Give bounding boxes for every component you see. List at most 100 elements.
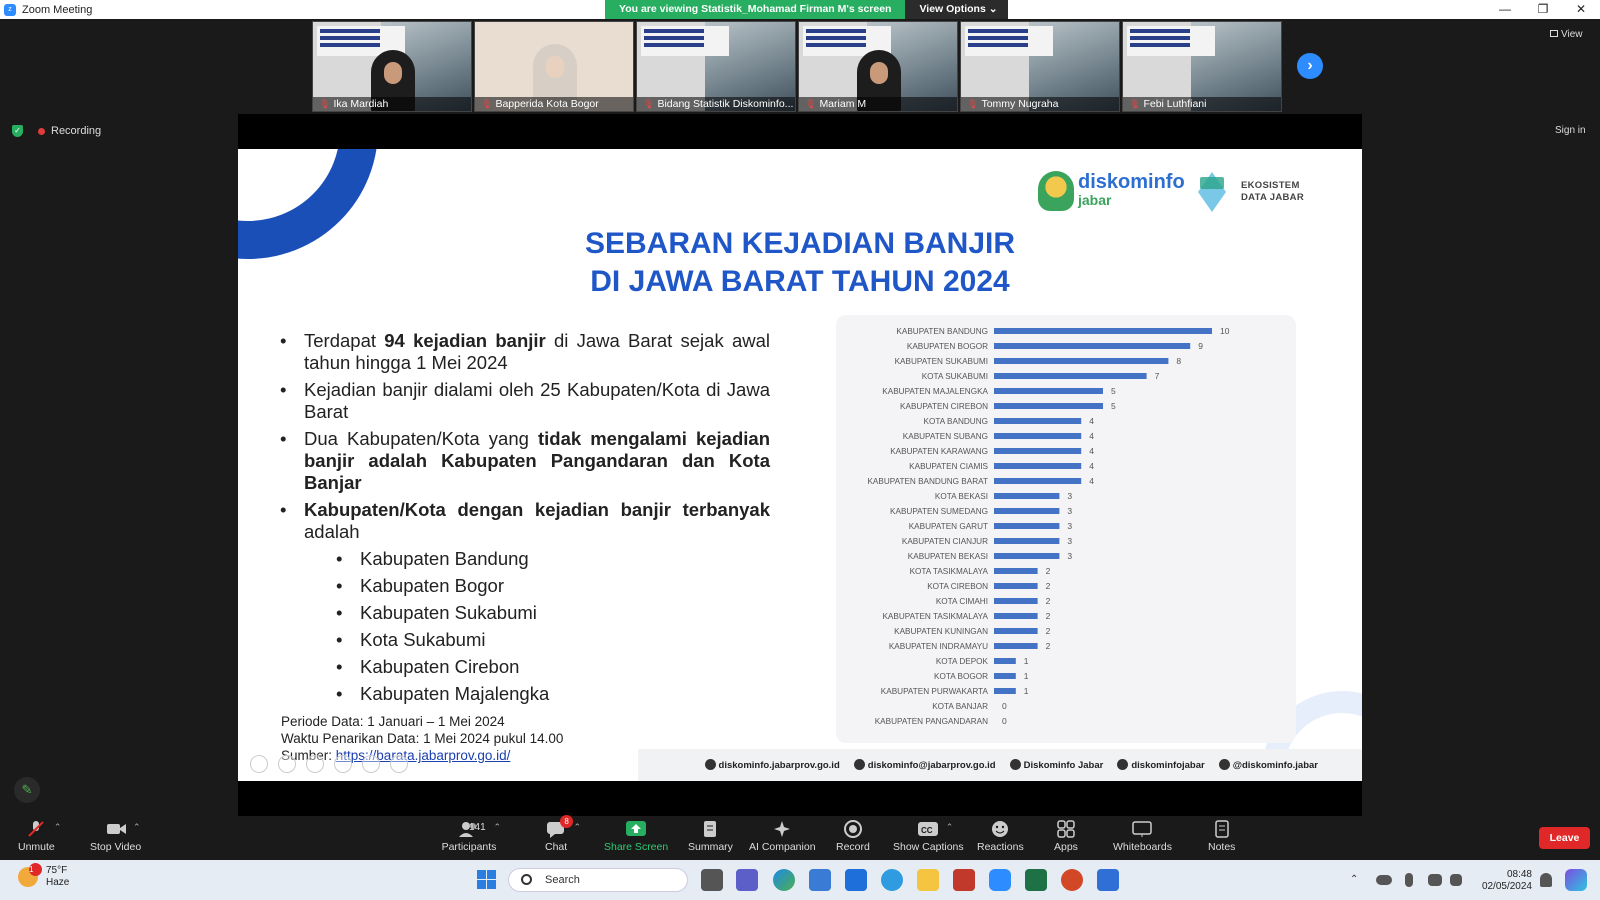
footer-tiktok: @diskominfo.jabar bbox=[1218, 759, 1318, 771]
taskbar-search-input[interactable]: Search bbox=[508, 868, 688, 892]
encryption-shield-icon[interactable]: ✓ bbox=[12, 125, 23, 137]
bar bbox=[994, 448, 1082, 454]
more-options-button[interactable] bbox=[390, 755, 408, 773]
file-explorer-icon[interactable] bbox=[917, 869, 939, 891]
task-view-icon[interactable] bbox=[701, 869, 723, 891]
mic-muted-icon: 🎙 bbox=[805, 99, 817, 109]
participant-tile[interactable]: 🎙 Tommy Nugraha bbox=[960, 21, 1120, 112]
participant-name: 🎙 Tommy Nugraha bbox=[961, 97, 1119, 111]
bar-value-label: 2 bbox=[1046, 611, 1051, 621]
sub-bullet-item: Kota Sukabumi bbox=[280, 629, 770, 651]
microsoft-store-icon[interactable] bbox=[809, 869, 831, 891]
bar bbox=[994, 463, 1082, 469]
copilot-icon[interactable] bbox=[1565, 869, 1587, 891]
chat-button[interactable]: 8 ⌃ Chat bbox=[545, 815, 581, 853]
participants-count: 141 bbox=[469, 822, 486, 833]
sign-in-link[interactable]: Sign in bbox=[1555, 125, 1586, 136]
pen-tool-button[interactable] bbox=[306, 755, 324, 773]
tray-chevron-icon[interactable]: ⌃ bbox=[1350, 874, 1362, 886]
weather-widget[interactable]: 1 75°F Haze bbox=[18, 863, 69, 889]
bar-value-label: 2 bbox=[1046, 596, 1051, 606]
bar bbox=[994, 478, 1082, 484]
ai-companion-button[interactable]: AI Companion bbox=[749, 820, 816, 853]
whiteboards-button[interactable]: Whiteboards bbox=[1113, 820, 1172, 853]
bar-value-label: 4 bbox=[1089, 416, 1094, 426]
notifications-bell-icon[interactable] bbox=[1540, 873, 1552, 887]
network-icon[interactable] bbox=[1428, 874, 1442, 886]
chevron-down-icon: ⌄ bbox=[988, 3, 998, 15]
participant-strip: 🎙 Ika Mardiah 🎙 Bapperida Kota Bogor 🎙 Bida… bbox=[312, 21, 1282, 112]
annotate-pencil-button[interactable]: ✎ bbox=[14, 777, 40, 803]
slide-footer: diskominfo.jabarprov.go.id diskominfo@ja… bbox=[638, 749, 1362, 781]
sub-bullet-item: Kabupaten Sukabumi bbox=[280, 602, 770, 624]
edge-browser-icon[interactable] bbox=[773, 869, 795, 891]
participant-tile[interactable]: 🎙 Mariam M bbox=[798, 21, 958, 112]
excel-icon[interactable] bbox=[1025, 869, 1047, 891]
powerpoint-icon[interactable] bbox=[1061, 869, 1083, 891]
microphone-tray-icon[interactable] bbox=[1405, 873, 1413, 887]
window-title: Zoom Meeting bbox=[22, 3, 93, 16]
zoom-taskbar-icon[interactable] bbox=[989, 869, 1011, 891]
onedrive-icon[interactable] bbox=[1376, 875, 1392, 885]
share-screen-icon bbox=[625, 820, 647, 838]
windows-start-icon[interactable] bbox=[477, 870, 497, 890]
security-app-icon[interactable] bbox=[953, 869, 975, 891]
zoom-slide-button[interactable] bbox=[362, 755, 380, 773]
participant-tile[interactable]: 🎙 Bidang Statistik Diskominfo... bbox=[636, 21, 796, 112]
next-slide-button[interactable] bbox=[278, 755, 296, 773]
windows-taskbar: 1 75°F Haze Search ⌃ 08:48 02/05/2024 bbox=[0, 860, 1600, 900]
bar-value-label: 4 bbox=[1089, 446, 1094, 456]
bar-value-label: 3 bbox=[1067, 536, 1072, 546]
mcafee-app-icon[interactable] bbox=[845, 869, 867, 891]
bar-category-label: KOTA DEPOK bbox=[936, 657, 989, 666]
bar bbox=[994, 628, 1038, 634]
window-controls: — ❐ ✕ bbox=[1486, 0, 1600, 19]
reactions-button[interactable]: Reactions bbox=[977, 820, 1024, 853]
notepad-icon[interactable] bbox=[1097, 869, 1119, 891]
view-button[interactable]: View bbox=[1550, 29, 1583, 40]
view-options-button[interactable]: View Options ⌄ bbox=[905, 0, 1008, 19]
bar bbox=[994, 328, 1212, 334]
bar-category-label: KABUPATEN BANDUNG BARAT bbox=[867, 477, 988, 486]
unmute-button[interactable]: ⌃ Unmute bbox=[18, 820, 61, 853]
summary-doc-icon bbox=[699, 820, 721, 838]
summary-button[interactable]: Summary bbox=[688, 820, 733, 853]
bar-value-label: 1 bbox=[1024, 671, 1029, 681]
slide-grid-button[interactable] bbox=[334, 755, 352, 773]
record-button[interactable]: Record bbox=[836, 820, 870, 853]
chevron-up-icon: ⌃ bbox=[53, 822, 62, 832]
recording-indicator[interactable]: Recording bbox=[38, 125, 101, 137]
volume-icon[interactable] bbox=[1450, 874, 1462, 886]
leave-button[interactable]: Leave bbox=[1539, 827, 1590, 849]
share-message: You are viewing Statistik_Mohamad Firman… bbox=[605, 0, 906, 19]
bar bbox=[994, 643, 1038, 649]
chevron-right-icon: › bbox=[1307, 57, 1313, 74]
taskbar-clock[interactable]: 08:48 02/05/2024 bbox=[1475, 869, 1532, 893]
teams-icon[interactable] bbox=[736, 869, 758, 891]
participant-tile[interactable]: 🎙 Bapperida Kota Bogor bbox=[474, 21, 634, 112]
participant-tile[interactable]: 🎙 Ika Mardiah bbox=[312, 21, 472, 112]
notes-button[interactable]: Notes bbox=[1208, 820, 1235, 853]
bar-value-label: 0 bbox=[1002, 701, 1007, 711]
help-app-icon[interactable] bbox=[881, 869, 903, 891]
bar-category-label: KABUPATEN BANDUNG bbox=[896, 327, 988, 336]
ekosistem-data-logo: EKOSISTEM DATA JABAR bbox=[1193, 172, 1304, 212]
apps-button[interactable]: Apps bbox=[1054, 820, 1078, 853]
smiley-icon bbox=[989, 820, 1011, 838]
bar-category-label: KOTA CIMAHI bbox=[936, 597, 988, 606]
mic-muted-icon: 🎙 bbox=[319, 99, 331, 109]
participants-button[interactable]: 141 ⌃ Participants bbox=[439, 820, 501, 853]
logo-subtext: jabar bbox=[1078, 192, 1112, 208]
next-page-button[interactable]: › bbox=[1297, 53, 1323, 79]
instagram-icon bbox=[1117, 759, 1129, 770]
close-button[interactable]: ✕ bbox=[1562, 0, 1600, 19]
maximize-button[interactable]: ❐ bbox=[1524, 0, 1562, 19]
participant-tile[interactable]: 🎙 Febi Luthfiani bbox=[1122, 21, 1282, 112]
show-captions-button[interactable]: CC ⌃ Show Captions bbox=[893, 820, 964, 853]
bar-value-label: 4 bbox=[1089, 476, 1094, 486]
stop-video-button[interactable]: ⌃ Stop Video bbox=[90, 820, 141, 853]
prev-slide-button[interactable] bbox=[250, 755, 268, 773]
minimize-button[interactable]: — bbox=[1486, 0, 1524, 19]
share-screen-button[interactable]: Share Screen bbox=[604, 820, 668, 853]
jabar-emblem-icon bbox=[1038, 171, 1074, 211]
